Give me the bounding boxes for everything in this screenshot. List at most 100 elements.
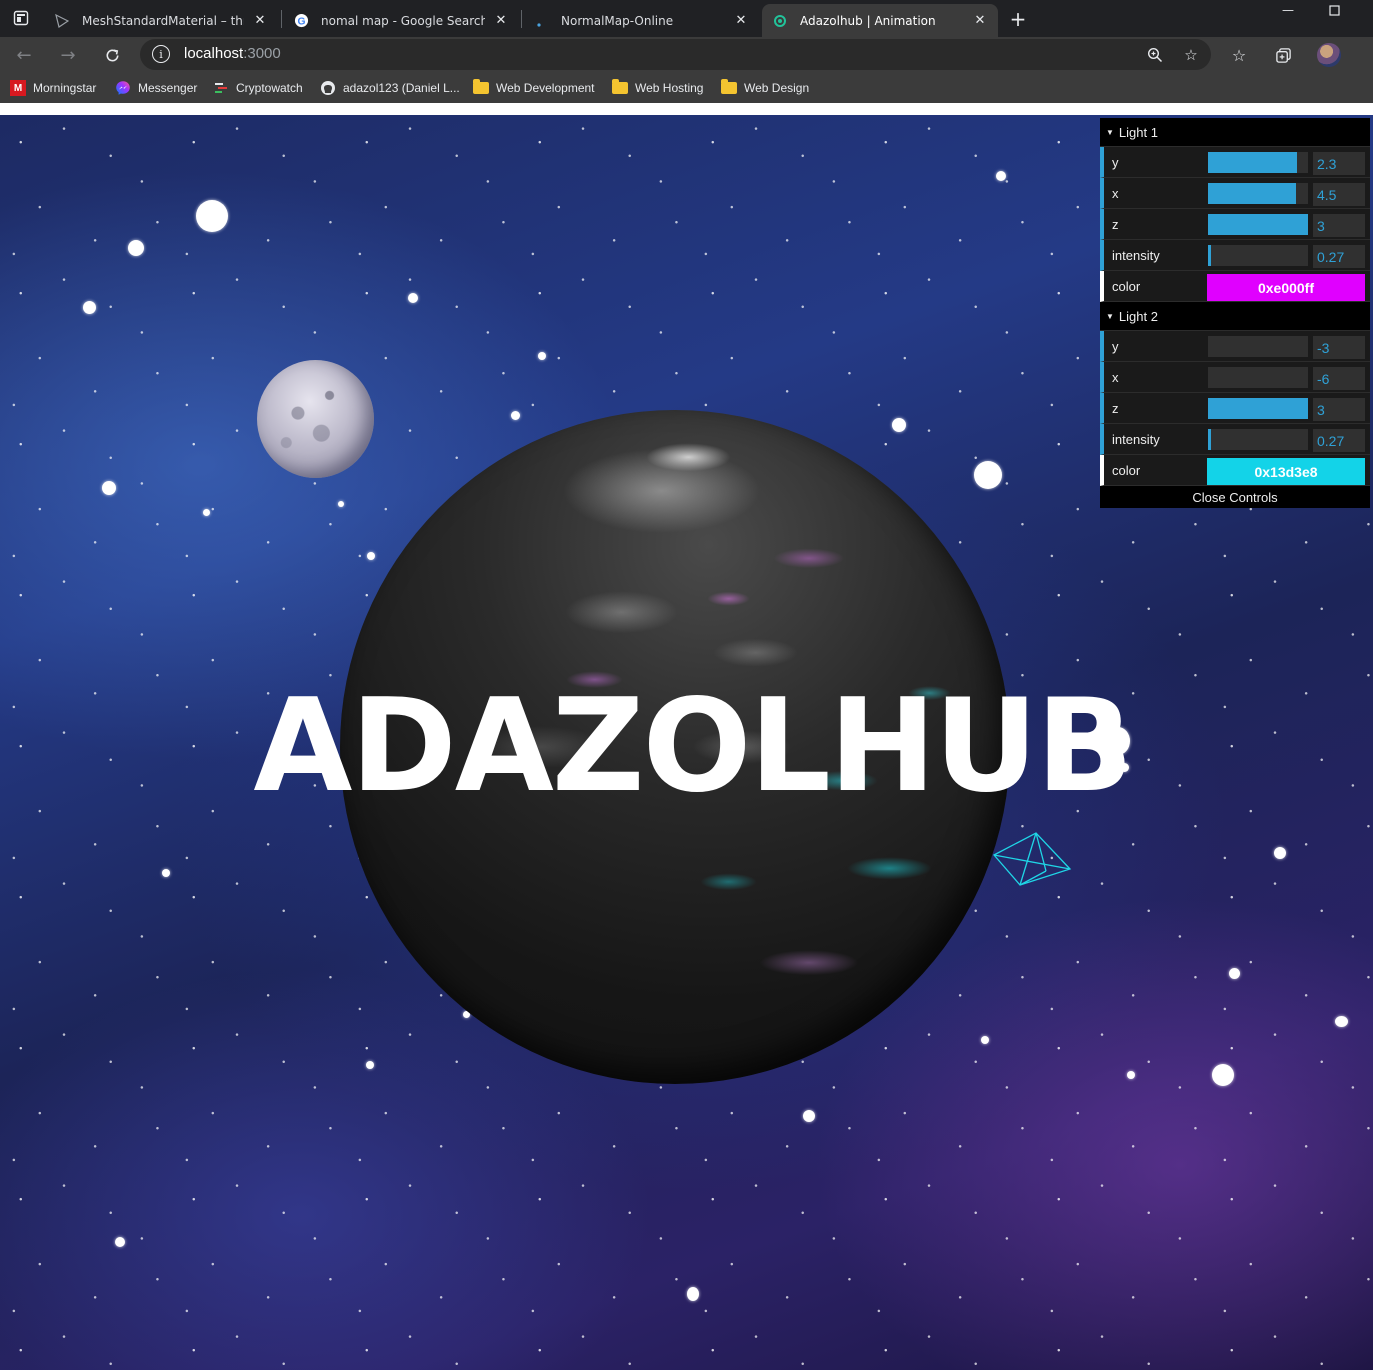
number-input[interactable]: 2.3 (1313, 152, 1365, 175)
tab-adazolhub[interactable]: Adazolhub | Animation ✕ (762, 4, 998, 37)
url-text[interactable]: localhost:3000 (184, 45, 281, 62)
slider[interactable] (1208, 336, 1308, 357)
bookmark-label: Morningstar (33, 81, 97, 95)
bookmark-messenger[interactable]: Messenger (115, 78, 197, 98)
slider[interactable] (1208, 367, 1308, 388)
moon-sphere (257, 360, 374, 478)
star-particle (511, 411, 520, 420)
forward-button[interactable]: → (53, 40, 83, 70)
control-light1-x: x 4.5 (1100, 178, 1370, 209)
react-icon (772, 13, 788, 29)
wireframe-pyramid (992, 832, 1072, 886)
star-particle (1212, 1064, 1234, 1086)
star-particle (892, 418, 906, 432)
color-swatch[interactable]: 0x13d3e8 (1207, 458, 1365, 485)
star-particle (408, 293, 418, 303)
slider-fill (1208, 398, 1308, 419)
close-icon[interactable]: ✕ (972, 13, 988, 29)
favorites-icon[interactable]: ☆ (1226, 42, 1252, 68)
star-particle (102, 481, 116, 495)
star-particle (128, 240, 144, 256)
number-input[interactable]: -3 (1313, 336, 1365, 359)
control-light2-intensity: intensity 0.27 (1100, 424, 1370, 455)
star-particle (803, 1110, 815, 1122)
control-label: intensity (1112, 248, 1160, 263)
cryptowatch-icon (213, 80, 229, 96)
tab-normalmap-online[interactable]: NormalMap-Online ✕ (523, 4, 759, 37)
close-icon[interactable]: ✕ (493, 13, 509, 29)
tab-threejs[interactable]: MeshStandardMaterial – three.js ✕ (44, 4, 278, 37)
maximize-button[interactable] (1311, 0, 1357, 20)
morningstar-icon: M (10, 80, 26, 96)
bookmark-label: Web Design (744, 81, 810, 95)
folder-icon (473, 79, 489, 96)
star-particle (687, 1287, 699, 1301)
bookmark-folder-web-hosting[interactable]: Web Hosting (612, 78, 703, 98)
url-host: localhost (184, 45, 244, 62)
folder-light-2[interactable]: ▼ Light 2 (1100, 302, 1370, 331)
number-input[interactable]: 4.5 (1313, 183, 1365, 206)
add-favorite-icon[interactable]: ☆ (1179, 43, 1203, 67)
control-label: y (1112, 339, 1119, 354)
new-tab-button[interactable]: + (1004, 5, 1032, 33)
number-input[interactable]: -6 (1313, 367, 1365, 390)
tab-google-search[interactable]: G nomal map - Google Search ✕ (283, 4, 519, 37)
star-particle (366, 1061, 374, 1069)
messenger-icon (115, 80, 131, 96)
threejs-canvas[interactable]: ADAZOLHUB ▼ Light 1 y 2.3 x 4.5 z 3 inte… (0, 115, 1373, 1370)
page-viewport: ADAZOLHUB ▼ Light 1 y 2.3 x 4.5 z 3 inte… (0, 103, 1373, 1370)
slider[interactable] (1208, 214, 1308, 235)
back-button[interactable]: ← (9, 40, 39, 70)
star-particle (83, 301, 96, 314)
collections-icon[interactable] (1270, 42, 1296, 68)
star-particle (162, 869, 170, 877)
bookmark-cryptowatch[interactable]: Cryptowatch (213, 78, 303, 98)
number-input[interactable]: 0.27 (1313, 245, 1365, 268)
google-icon: G (293, 13, 309, 29)
bookmark-label: Cryptowatch (236, 81, 303, 95)
control-label: color (1112, 279, 1141, 294)
tab-title: Adazolhub | Animation (800, 13, 936, 28)
folder-light-1[interactable]: ▼ Light 1 (1100, 118, 1370, 147)
number-input[interactable]: 3 (1313, 214, 1365, 237)
caret-down-icon: ▼ (1106, 127, 1114, 137)
profile-avatar[interactable] (1317, 43, 1341, 67)
dot-icon (533, 13, 549, 29)
address-bar[interactable]: i localhost:3000 ☆ (140, 39, 1211, 70)
slider[interactable] (1208, 183, 1308, 204)
bookmark-label: Web Hosting (635, 81, 704, 95)
tab-actions-icon[interactable] (6, 4, 36, 32)
control-light1-y: y 2.3 (1100, 147, 1370, 178)
star-particle (996, 171, 1006, 181)
slider[interactable] (1208, 152, 1308, 173)
zoom-icon[interactable] (1143, 43, 1167, 67)
slider[interactable] (1208, 398, 1308, 419)
minimize-button[interactable]: — (1265, 0, 1311, 20)
number-input[interactable]: 3 (1313, 398, 1365, 421)
close-controls-button[interactable]: Close Controls (1100, 486, 1370, 508)
bookmark-github[interactable]: adazol123 (Daniel L... (320, 78, 460, 98)
site-info-icon[interactable]: i (152, 45, 170, 63)
close-icon[interactable]: ✕ (252, 13, 268, 29)
reload-button[interactable] (97, 40, 127, 70)
slider[interactable] (1208, 429, 1308, 450)
slider[interactable] (1208, 245, 1308, 266)
bookmarks-bar: M Morningstar Messenger Cryptowatch adaz… (0, 72, 1373, 103)
close-icon[interactable]: ✕ (733, 13, 749, 29)
color-swatch[interactable]: 0xe000ff (1207, 274, 1365, 301)
url-port: :3000 (243, 45, 281, 62)
bookmark-folder-web-development[interactable]: Web Development (473, 78, 595, 98)
tab-strip: MeshStandardMaterial – three.js ✕ G noma… (0, 0, 1373, 37)
control-light1-z: z 3 (1100, 209, 1370, 240)
slider-fill (1208, 214, 1308, 235)
star-particle (974, 461, 1002, 489)
svg-text:G: G (297, 16, 305, 27)
caret-down-icon: ▼ (1106, 311, 1114, 321)
browser-toolbar: ← → i localhost:3000 ☆ ☆ (0, 37, 1373, 72)
control-light2-x: x -6 (1100, 362, 1370, 393)
star-particle (115, 1237, 125, 1247)
bookmark-folder-web-design[interactable]: Web Design (721, 78, 809, 98)
slider-fill (1208, 245, 1211, 266)
number-input[interactable]: 0.27 (1313, 429, 1365, 452)
bookmark-morningstar[interactable]: M Morningstar (10, 78, 96, 98)
